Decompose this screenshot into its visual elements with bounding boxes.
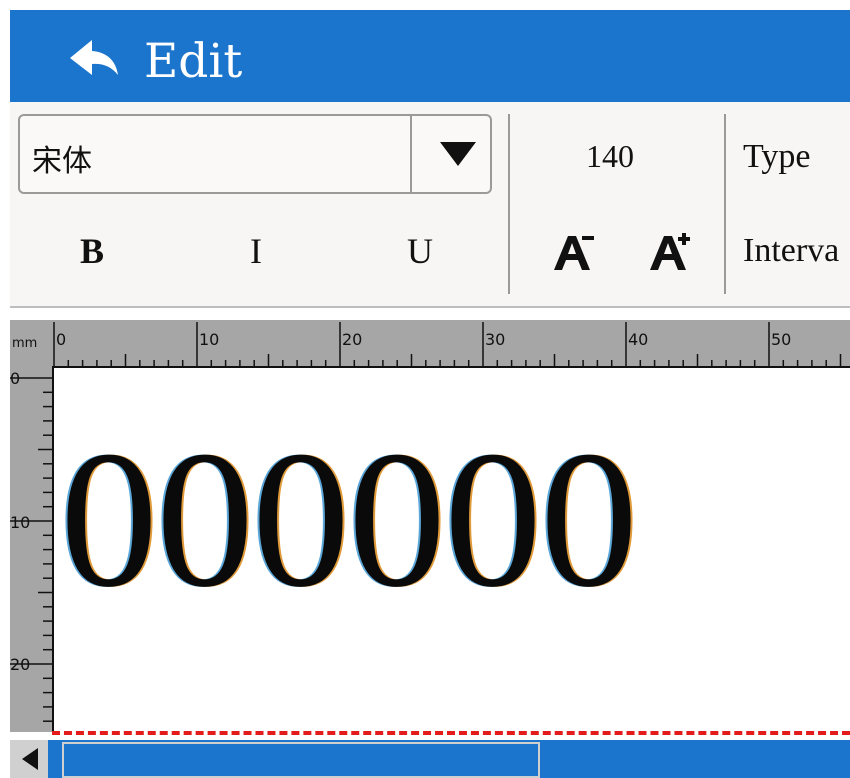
toolbar-divider: [724, 114, 726, 294]
bold-button[interactable]: B: [62, 230, 122, 272]
underline-button[interactable]: U: [390, 230, 450, 272]
ruler-tick-label: 10: [10, 513, 30, 532]
scrollbar-thumb[interactable]: [62, 742, 540, 778]
font-size-value[interactable]: 140: [586, 138, 634, 175]
ruler-tick-label: 50: [771, 330, 791, 349]
font-family-value: 宋体: [32, 144, 92, 179]
ruler-tick-label: 0: [10, 369, 20, 388]
format-toolbar: 宋体 B I U 140 Type Interva: [10, 102, 850, 308]
print-text-object[interactable]: 000000: [60, 420, 638, 620]
font-family-select[interactable]: 宋体: [18, 114, 492, 194]
ruler-tick-label: 20: [342, 330, 362, 349]
title-bar: Edit: [10, 10, 850, 102]
scroll-left-arrow-icon[interactable]: [10, 740, 48, 778]
toolbar-divider: [508, 114, 510, 294]
page-title: Edit: [144, 34, 243, 89]
dropdown-arrow-icon[interactable]: [438, 138, 478, 170]
ruler-tick-label: 20: [10, 655, 30, 674]
print-boundary-line: [52, 731, 850, 735]
ruler-unit-label: mm: [12, 336, 37, 351]
font-size-decrease-icon[interactable]: [550, 230, 598, 274]
back-arrow-icon[interactable]: [68, 38, 120, 78]
select-divider: [410, 116, 412, 192]
interval-label[interactable]: Interva: [743, 232, 839, 270]
type-label[interactable]: Type: [743, 138, 811, 176]
ruler-tick-label: 10: [199, 330, 219, 349]
ruler-tick-label: 30: [485, 330, 505, 349]
ruler-tick-marks: [53, 322, 842, 368]
font-size-increase-icon[interactable]: [646, 230, 694, 274]
horizontal-ruler: mm 0 10 20 30 40 50: [10, 320, 850, 368]
italic-button[interactable]: I: [226, 230, 286, 272]
vertical-ruler: 0 10 20: [10, 368, 52, 732]
ruler-tick-label: 0: [56, 330, 66, 349]
ruler-tick-label: 40: [628, 330, 648, 349]
